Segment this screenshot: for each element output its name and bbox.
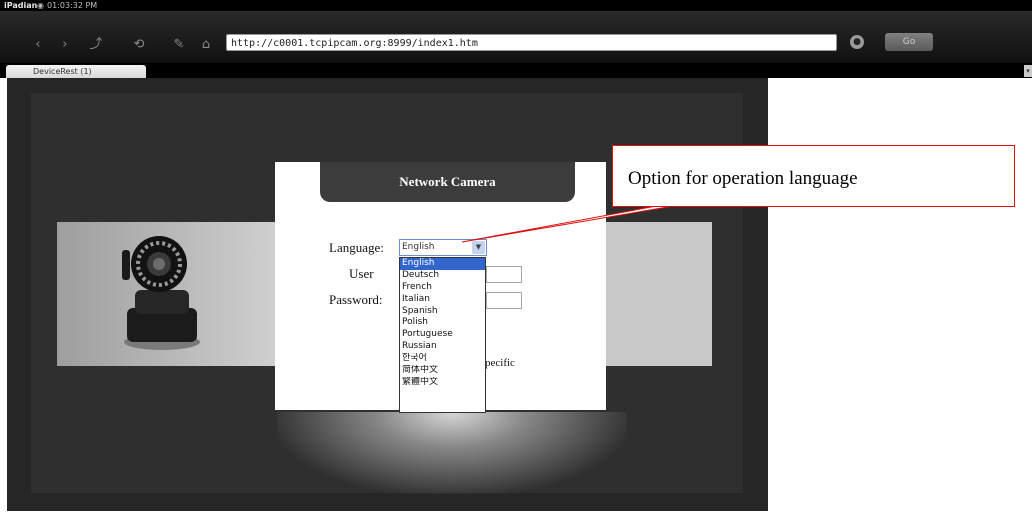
callout-box: Option for operation language bbox=[612, 145, 1015, 207]
callout-leader-line bbox=[461, 197, 721, 243]
callout-text: Option for operation language bbox=[628, 168, 858, 189]
